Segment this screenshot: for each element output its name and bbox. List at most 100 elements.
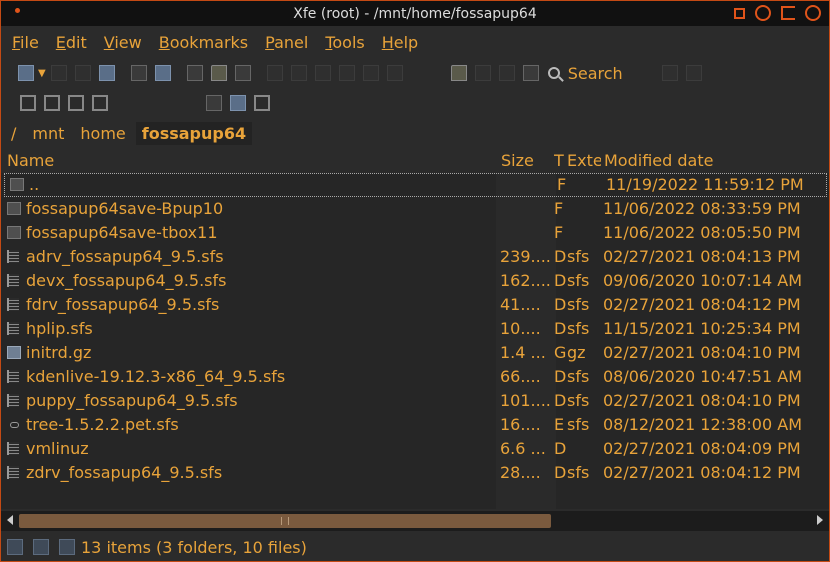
minimize-icon[interactable] (734, 7, 745, 19)
filter-icon[interactable] (59, 539, 75, 555)
back-button[interactable] (15, 62, 37, 84)
home-icon (98, 65, 115, 81)
file-row[interactable]: fossapup64save-tbox11 F 11/06/2022 08:05:5… (1, 221, 829, 245)
refresh-icon (130, 65, 147, 81)
refresh-button[interactable] (128, 62, 150, 84)
status-text: 13 items (3 folders, 10 files) (81, 537, 307, 557)
paste-button[interactable] (312, 62, 334, 84)
new-folder-button[interactable] (208, 62, 230, 84)
details-view-button[interactable] (251, 92, 273, 114)
file-row[interactable]: hplip.sfs 10.... Dsfs 11/15/2021 10:25:34 P… (1, 317, 829, 341)
file-row[interactable]: zdrv_fossapup64_9.5.sfs 28.... Dsfs 02/27/2… (1, 461, 829, 485)
thumbnails-button[interactable] (683, 62, 705, 84)
file-modified-date: 08/12/2021 12:38:00 AM (603, 415, 802, 434)
file-row[interactable]: tree-1.5.2.2.pet.sfs 16.... Esfs 08/12/2021… (1, 413, 829, 437)
terminal-button[interactable] (520, 62, 542, 84)
file-size: 41.... (500, 295, 541, 314)
delete-button[interactable] (360, 62, 382, 84)
path-segment-mnt[interactable]: mnt (26, 121, 71, 145)
trash-icon (386, 65, 403, 81)
forward-arrow-icon (50, 65, 67, 81)
big-icons-button[interactable] (203, 92, 225, 114)
path-segment-home[interactable]: home (74, 121, 132, 145)
properties-button[interactable] (232, 62, 254, 84)
home-button[interactable] (96, 62, 118, 84)
menu-file[interactable]: File (12, 33, 39, 52)
file-row[interactable]: vmlinuz 6.6 ... D 02/27/2021 08:04:09 PM (1, 437, 829, 461)
show-hidden-button[interactable] (659, 62, 681, 84)
file-row[interactable]: fdrv_fossapup64_9.5.sfs 41.... Dsfs 02/27/2… (1, 293, 829, 317)
trash-button[interactable] (384, 62, 406, 84)
menu-view[interactable]: View (104, 33, 142, 52)
window-menu-icon[interactable] (15, 8, 20, 13)
file-name: adrv_fossapup64_9.5.sfs (26, 247, 224, 266)
rename-button[interactable] (336, 62, 358, 84)
column-extension[interactable]: Exte (567, 151, 601, 170)
column-size[interactable]: Size (501, 151, 551, 170)
column-modified-date[interactable]: Modified date (604, 151, 824, 170)
forward-button[interactable] (48, 62, 70, 84)
folder-icon (7, 202, 21, 215)
file-row[interactable]: adrv_fossapup64_9.5.sfs 239.... Dsfs 02/27/… (1, 245, 829, 269)
scrollbar-thumb[interactable] (19, 514, 551, 528)
hidden-files-icon (661, 65, 678, 81)
menu-bookmarks[interactable]: Bookmarks (159, 33, 248, 52)
small-icons-button[interactable] (227, 92, 249, 114)
file-modified-date: 02/27/2021 08:04:10 PM (603, 343, 801, 362)
file-modified-date: 08/06/2020 10:47:51 AM (603, 367, 802, 386)
forward-history-button[interactable] (72, 62, 94, 84)
status-user-icon[interactable] (33, 539, 49, 555)
file-name: fdrv_fossapup64_9.5.sfs (26, 295, 220, 314)
file-row[interactable]: initrd.gz 1.4 ... Ggz 02/27/2021 08:04:10 P… (1, 341, 829, 365)
command-button[interactable] (496, 62, 518, 84)
one-panel-button[interactable] (17, 92, 39, 114)
new-file-button[interactable] (184, 62, 206, 84)
menu-panel[interactable]: Panel (265, 33, 308, 52)
status-drive-icon[interactable] (7, 539, 23, 555)
file-row[interactable]: devx_fossapup64_9.5.sfs 162.... Dsfs 09/06/… (1, 269, 829, 293)
parent-dir-button[interactable] (152, 62, 174, 84)
file-type: F (554, 223, 564, 242)
path-root[interactable]: / (5, 121, 23, 145)
title-bar[interactable]: Xfe (root) - /mnt/home/fossapup64 (1, 1, 829, 26)
bookmark-button[interactable] (472, 62, 494, 84)
back-history-chevron-icon[interactable]: ▼ (38, 68, 46, 79)
file-row[interactable]: .. F 11/19/2022 11:59:12 PM (4, 173, 827, 197)
file-modified-date: 02/27/2021 08:04:12 PM (603, 295, 801, 314)
close-icon[interactable] (805, 5, 821, 21)
cut-button[interactable] (288, 62, 310, 84)
path-bar: / mnt home fossapup64 (1, 120, 829, 146)
menu-edit[interactable]: Edit (56, 33, 87, 52)
file-name: zdrv_fossapup64_9.5.sfs (26, 463, 223, 482)
shade-icon[interactable] (755, 5, 771, 21)
copy-button[interactable] (264, 62, 286, 84)
file-extension: gz (567, 343, 586, 362)
window-controls (734, 5, 821, 21)
file-type: D (554, 247, 566, 266)
menu-tools[interactable]: Tools (325, 33, 364, 52)
column-name[interactable]: Name (7, 151, 497, 170)
bookmark-icon (474, 65, 491, 81)
file-row[interactable]: kdenlive-19.12.3-x86_64_9.5.sfs 66.... Dsf… (1, 365, 829, 389)
file-row[interactable]: fossapup64save-Bpup10 F 11/06/2022 08:33:5… (1, 197, 829, 221)
scroll-left-icon[interactable] (7, 515, 13, 525)
path-segment-current[interactable]: fossapup64 (135, 121, 253, 145)
new-window-button[interactable] (448, 62, 470, 84)
terminal-icon (522, 65, 539, 81)
file-modified-date: 11/06/2022 08:05:50 PM (603, 223, 801, 242)
two-panels-button[interactable] (65, 92, 87, 114)
file-list[interactable]: .. F 11/19/2022 11:59:12 PM fossapup64save-… (1, 173, 829, 509)
horizontal-scrollbar[interactable] (1, 511, 829, 531)
file-name: vmlinuz (26, 439, 89, 458)
file-type: D (554, 391, 566, 410)
tree-two-panels-button[interactable] (89, 92, 111, 114)
file-name: fossapup64save-Bpup10 (26, 199, 224, 218)
file-icon (7, 298, 19, 311)
menu-help[interactable]: Help (382, 33, 418, 52)
file-row[interactable]: puppy_fossapup64_9.5.sfs 101.... Dsfs 02/27… (1, 389, 829, 413)
search-button[interactable]: Search (547, 64, 623, 83)
maximize-icon[interactable] (781, 6, 795, 20)
column-type[interactable]: T (554, 151, 566, 170)
tree-panel-button[interactable] (41, 92, 63, 114)
scroll-right-icon[interactable] (817, 515, 823, 525)
